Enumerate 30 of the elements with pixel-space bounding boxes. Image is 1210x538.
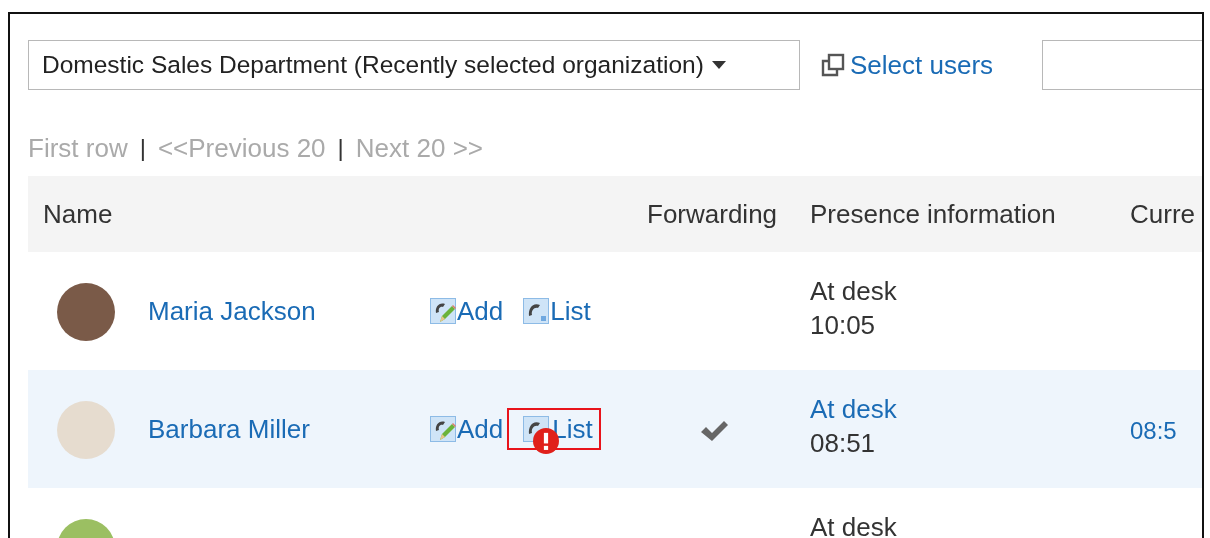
user-name-link[interactable]: Barbara Miller (148, 414, 310, 444)
presence-time: 10:05 (810, 309, 877, 342)
organization-dropdown[interactable]: Domestic Sales Department (Recently selected organization) (28, 40, 800, 90)
pager-link: Next 20 >> (355, 132, 483, 164)
dropdown-value: Domestic Sales Department (Recently selected organization) (42, 51, 704, 79)
add-link[interactable]: Add (430, 414, 504, 444)
overlapping-squares-icon (820, 52, 846, 78)
column-header: Curre (1130, 198, 1196, 230)
phone-pencil-icon (430, 416, 456, 442)
list-link[interactable]: List (523, 296, 591, 326)
presence-status: At desk (810, 275, 898, 308)
column-header: Presence information (810, 198, 1057, 230)
add-link[interactable]: Add (430, 296, 504, 326)
avatar-photo-placeholder (57, 283, 115, 341)
presence-time: 08:51 (810, 427, 877, 460)
column-header: Forwarding (647, 198, 779, 230)
select-users-link[interactable]: Select users (820, 49, 1042, 81)
pager-link: First row (28, 132, 128, 164)
pager-separator: | (139, 134, 146, 162)
pager-separator: | (337, 134, 344, 162)
user-name-link[interactable]: Maria Jackson (148, 296, 316, 326)
current-time-link[interactable]: 08:5 (1130, 416, 1202, 446)
column-header: Name (42, 198, 114, 230)
presence-status: At desk (810, 511, 898, 538)
phone-pencil-icon (430, 298, 456, 324)
phone-icon (523, 298, 550, 324)
search-field[interactable] (1042, 40, 1202, 90)
caret-icon (711, 61, 726, 69)
presence-status-link[interactable]: At desk (810, 392, 1130, 426)
pager-link: <<Previous 20 (157, 132, 326, 164)
